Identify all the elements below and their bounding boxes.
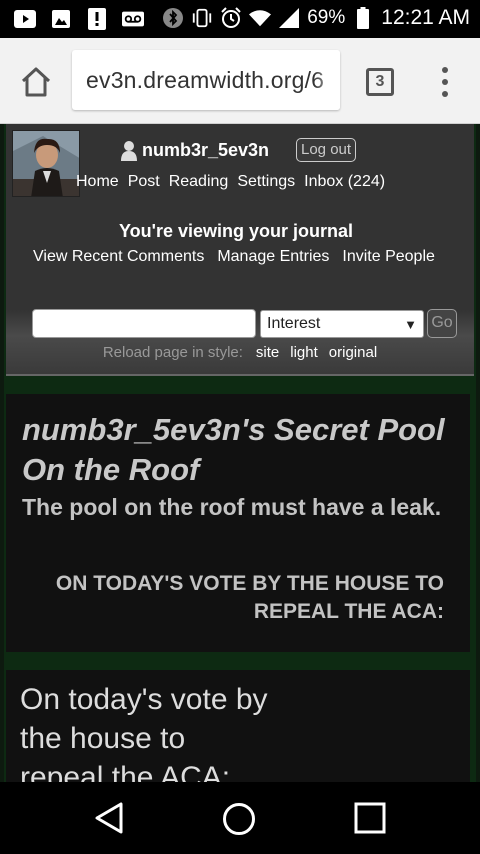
status-bar: 69% 12:21 AM: [0, 0, 480, 38]
web-page: numb3r_5ev3n Log out Home Post Reading S…: [0, 124, 480, 782]
signal-icon: [278, 7, 300, 29]
clock: 12:21 AM: [381, 6, 470, 29]
site-navigation: numb3r_5ev3n Log out Home Post Reading S…: [6, 124, 474, 376]
bluetooth-icon: [162, 7, 184, 29]
nav-reading-link[interactable]: Reading: [169, 173, 229, 191]
nav-home-link[interactable]: Home: [76, 173, 119, 191]
home-circle-icon[interactable]: [222, 802, 256, 836]
home-icon: [21, 67, 51, 97]
viewing-message: You're viewing your journal: [119, 221, 353, 241]
invite-people-link[interactable]: Invite People: [342, 248, 435, 266]
main-nav-links: Home Post Reading Settings Inbox (224): [76, 173, 385, 191]
nav-settings-link[interactable]: Settings: [237, 173, 295, 191]
search-type-value: Interest: [267, 315, 321, 332]
alert-icon: [86, 8, 108, 30]
url-bar[interactable]: ev3n.dreamwidth.org/6: [72, 50, 340, 110]
chevron-down-icon: ▼: [404, 317, 417, 332]
alarm-icon: [220, 7, 242, 29]
view-recent-comments-link[interactable]: View Recent Comments: [33, 248, 204, 266]
style-site-link[interactable]: site: [256, 344, 279, 361]
recents-icon[interactable]: [354, 802, 386, 834]
style-original-link[interactable]: original: [329, 344, 377, 361]
entry-subject[interactable]: ON TODAY'S VOTE BY THE HOUSE TO REPEAL T…: [24, 570, 444, 626]
youtube-icon: [14, 8, 36, 30]
vibrate-icon: [191, 7, 213, 29]
home-button[interactable]: [18, 64, 54, 100]
overflow-menu-button[interactable]: [438, 64, 452, 100]
journal-header: numb3r_5ev3n's Secret Pool On the Roof T…: [6, 394, 470, 652]
journal-action-links: View Recent Comments Manage Entries Invi…: [33, 248, 435, 266]
search-type-select[interactable]: Interest ▼: [260, 310, 424, 338]
browser-toolbar: ev3n.dreamwidth.org/6 3: [0, 38, 480, 124]
battery-percent: 69%: [307, 7, 346, 28]
gallery-icon: [50, 8, 72, 30]
search-go-button[interactable]: Go: [427, 309, 457, 338]
style-switcher-label: Reload page in style:: [102, 344, 243, 361]
username-link[interactable]: numb3r_5ev3n: [142, 140, 269, 161]
avatar[interactable]: [12, 130, 80, 197]
search-input[interactable]: [32, 309, 256, 338]
nav-post-link[interactable]: Post: [128, 173, 160, 191]
user-icon: [120, 140, 138, 162]
style-switcher: Reload page in style: site light origina…: [6, 344, 474, 361]
voicemail-icon: [122, 8, 144, 30]
wifi-icon: [249, 7, 272, 29]
system-navigation-bar: [0, 782, 480, 854]
style-light-link[interactable]: light: [290, 344, 318, 361]
journal-subtitle: The pool on the roof must have a leak.: [22, 494, 442, 520]
entry-body-text: On today's vote by the house to repeal t…: [20, 683, 268, 782]
entry-content: On today's vote by the house to repeal t…: [6, 670, 470, 782]
nav-inbox-link[interactable]: Inbox (224): [304, 173, 385, 191]
tab-switcher-button[interactable]: 3: [366, 68, 394, 96]
journal-title[interactable]: numb3r_5ev3n's Secret Pool On the Roof: [22, 410, 462, 490]
url-text: ev3n.dreamwidth.org/6: [86, 67, 325, 93]
logout-button[interactable]: Log out: [296, 138, 357, 162]
manage-entries-link[interactable]: Manage Entries: [217, 248, 329, 266]
back-icon[interactable]: [94, 802, 124, 834]
battery-icon: [352, 7, 374, 29]
